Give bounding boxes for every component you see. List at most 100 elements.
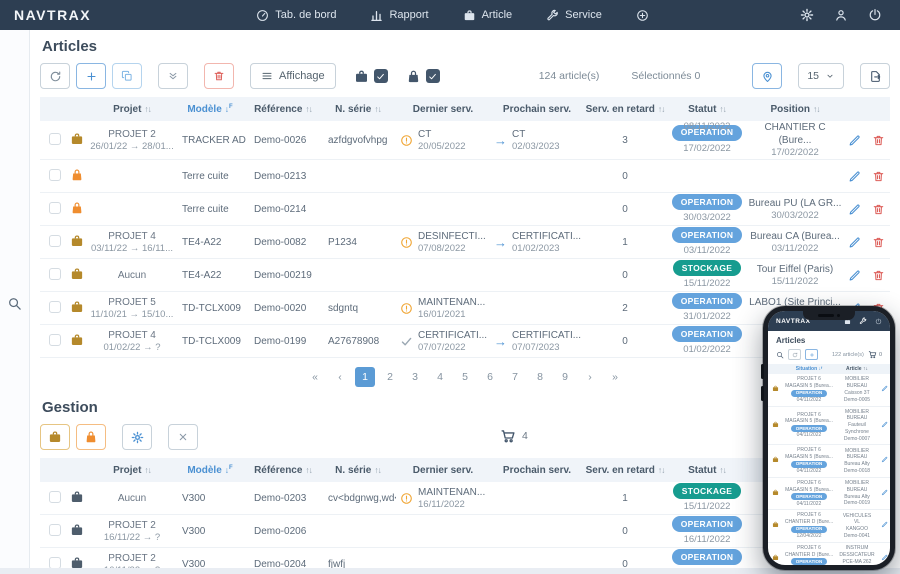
column-header[interactable]: Dernier serv. <box>396 465 490 476</box>
edit-pencil-icon[interactable] <box>881 489 888 496</box>
refresh-button[interactable] <box>40 63 70 89</box>
gestion-consumable-button[interactable] <box>76 424 106 450</box>
gestion-clear-button[interactable] <box>168 424 198 450</box>
phone-screen: NAVTRAX Articles 122 article(s) 0 Situat… <box>768 311 890 565</box>
gestion-equipment-button[interactable] <box>40 424 70 450</box>
edit-pencil-icon[interactable] <box>881 554 888 561</box>
cart-icon[interactable] <box>868 350 877 359</box>
overdue-cell: 2 <box>584 303 666 314</box>
search-icon[interactable] <box>776 351 784 359</box>
column-header[interactable]: N. série↑↓ <box>320 465 396 476</box>
page-7[interactable]: 7 <box>505 367 525 387</box>
page-›[interactable]: › <box>580 367 600 387</box>
sort-active-icon: ↓F <box>225 465 233 475</box>
phone-column-situation[interactable]: Situation ↓ᶠ <box>782 366 836 372</box>
page-2[interactable]: 2 <box>380 367 400 387</box>
row-checkbox[interactable] <box>49 133 61 145</box>
user-icon[interactable] <box>834 8 848 22</box>
column-header[interactable]: Dernier serv. <box>396 104 490 115</box>
delete-trash-icon[interactable] <box>872 203 885 216</box>
page-5[interactable]: 5 <box>455 367 475 387</box>
delete-trash-icon[interactable] <box>872 134 885 147</box>
row-checkbox[interactable] <box>49 491 61 503</box>
page-4[interactable]: 4 <box>430 367 450 387</box>
column-header[interactable]: Référence↑↓ <box>246 465 320 476</box>
delete-trash-icon[interactable] <box>872 170 885 183</box>
column-header[interactable]: Modèle↓F <box>174 104 246 115</box>
edit-pencil-icon[interactable] <box>848 203 861 216</box>
last-service-cell: CT20/05/2022 <box>396 128 490 153</box>
page-«[interactable]: « <box>305 367 325 387</box>
column-header[interactable]: Position↑↓ <box>748 104 842 115</box>
top-actions <box>800 8 900 22</box>
row-checkbox[interactable] <box>49 268 61 280</box>
row-checkbox[interactable] <box>49 301 61 313</box>
power-icon[interactable] <box>875 318 882 325</box>
export-button[interactable] <box>860 63 890 89</box>
nav-item-dashboard[interactable]: Tab. de bord <box>256 9 336 22</box>
column-header[interactable]: Référence↑↓ <box>246 104 320 115</box>
phone-add-button[interactable] <box>805 349 818 360</box>
clipped-row-remnant: 08/11/2022 <box>666 121 748 130</box>
add-button[interactable] <box>76 63 106 89</box>
status-badge: OPERATION <box>791 425 827 432</box>
edit-pencil-icon[interactable] <box>848 134 861 147</box>
edit-pencil-icon[interactable] <box>881 385 888 392</box>
column-header[interactable]: Prochain serv. <box>490 104 584 115</box>
column-header[interactable]: Projet↑↓ <box>90 104 174 115</box>
row-checkbox[interactable] <box>49 557 61 568</box>
column-header[interactable]: Statut↑↓ <box>666 104 748 115</box>
column-header[interactable]: Serv. en retard↑↓ <box>584 465 666 476</box>
edit-pencil-icon[interactable] <box>848 269 861 282</box>
cart-icon[interactable] <box>500 428 516 444</box>
column-header[interactable]: Modèle↓F <box>174 465 246 476</box>
delete-trash-icon[interactable] <box>872 236 885 249</box>
row-checkbox[interactable] <box>49 202 61 214</box>
column-header[interactable]: N. série↑↓ <box>320 104 396 115</box>
edit-pencil-icon[interactable] <box>881 421 888 428</box>
filter-equipment <box>354 69 388 84</box>
page-»[interactable]: » <box>605 367 625 387</box>
page-size-select[interactable]: 15 <box>798 63 844 89</box>
row-checkbox[interactable] <box>49 235 61 247</box>
nav-item-report[interactable]: Rapport <box>370 9 428 22</box>
map-pin-button[interactable] <box>752 63 782 89</box>
delete-trash-icon[interactable] <box>872 269 885 282</box>
row-checkbox[interactable] <box>49 524 61 536</box>
nav-item-add[interactable] <box>636 9 649 22</box>
phone-row: PROJET 6MAGASIN 5 (Burea...OPERATION04/1… <box>768 374 890 407</box>
column-header[interactable]: Statut↑↓ <box>666 465 748 476</box>
gear-icon[interactable] <box>800 8 814 22</box>
power-icon[interactable] <box>868 8 882 22</box>
nav-item-service[interactable]: Service <box>546 9 602 22</box>
page-9[interactable]: 9 <box>555 367 575 387</box>
gestion-settings-button[interactable] <box>122 424 152 450</box>
column-header[interactable]: Serv. en retard↑↓ <box>584 104 666 115</box>
equipment-checkbox[interactable] <box>374 69 388 83</box>
row-checkbox[interactable] <box>49 169 61 181</box>
consumable-checkbox[interactable] <box>426 69 440 83</box>
page-1[interactable]: 1 <box>355 367 375 387</box>
page-8[interactable]: 8 <box>530 367 550 387</box>
phone-refresh-button[interactable] <box>788 349 801 360</box>
column-header[interactable]: Projet↑↓ <box>90 465 174 476</box>
edit-pencil-icon[interactable] <box>848 170 861 183</box>
column-header[interactable]: Prochain serv. <box>490 465 584 476</box>
status-badge: OPERATION <box>791 493 827 500</box>
status-badge: OPERATION <box>791 461 827 468</box>
phone-column-article[interactable]: Article ↑↓ <box>836 366 878 372</box>
page-‹[interactable]: ‹ <box>330 367 350 387</box>
edit-pencil-icon[interactable] <box>881 521 888 528</box>
edit-pencil-icon[interactable] <box>881 456 888 463</box>
delete-button[interactable] <box>204 63 234 89</box>
expand-button[interactable] <box>158 63 188 89</box>
copy-button[interactable] <box>112 63 142 89</box>
edit-pencil-icon[interactable] <box>848 236 861 249</box>
nav-item-article[interactable]: Article <box>463 9 513 22</box>
page-3[interactable]: 3 <box>405 367 425 387</box>
wrench-icon[interactable] <box>859 317 867 325</box>
page-6[interactable]: 6 <box>480 367 500 387</box>
search-icon[interactable] <box>7 39 22 568</box>
row-checkbox[interactable] <box>49 334 61 346</box>
affichage-button[interactable]: Affichage <box>250 63 336 89</box>
